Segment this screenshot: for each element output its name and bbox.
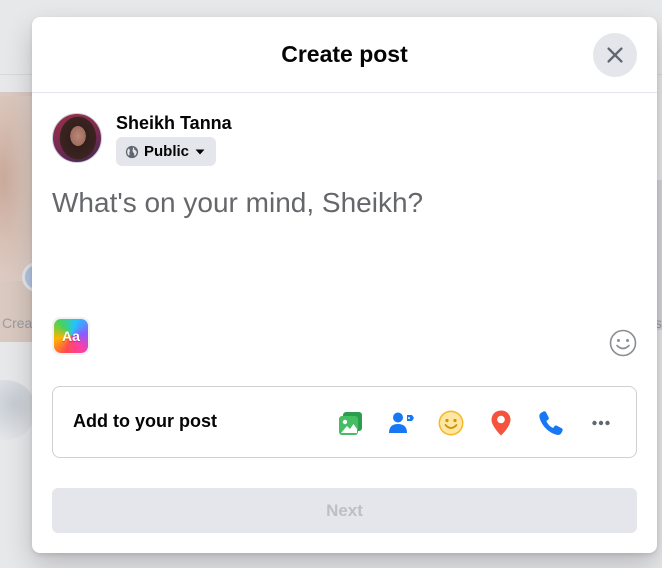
photo-video-icon [339, 412, 362, 435]
post-text-input[interactable]: What's on your mind, Sheikh? [52, 187, 642, 219]
text-background-icon: Aa [54, 319, 88, 353]
feeling-activity-icon [438, 410, 464, 436]
next-button[interactable]: Next [52, 488, 637, 533]
privacy-label: Public [144, 143, 190, 160]
more-options-button[interactable] [583, 405, 619, 441]
close-icon [607, 47, 623, 63]
check-in-icon [491, 410, 511, 436]
caret-down-icon [195, 149, 205, 154]
author-name: Sheikh Tanna [116, 113, 232, 133]
globe-icon [125, 145, 139, 158]
privacy-selector-button[interactable]: Public [116, 137, 217, 166]
feeling-activity-button[interactable] [433, 405, 469, 441]
add-to-post-panel: Add to your post [52, 386, 637, 458]
background-story-image [0, 96, 34, 281]
dialog-title: Create post [281, 41, 408, 67]
photo-video-button[interactable] [333, 405, 369, 441]
avatar[interactable] [52, 113, 102, 163]
tag-people-icon [389, 412, 414, 433]
tag-people-button[interactable] [383, 405, 419, 441]
background-create-story-label: Crea [2, 315, 33, 331]
call-icon [539, 411, 563, 435]
create-post-dialog: Create post Sheikh Tanna Public What's o… [32, 17, 657, 553]
call-button[interactable] [533, 405, 569, 441]
background-color-picker-button[interactable]: Aa [52, 317, 90, 355]
more-icon [592, 420, 610, 426]
close-button[interactable] [593, 33, 637, 77]
dialog-header: Create post [32, 17, 657, 93]
add-to-post-label: Add to your post [73, 411, 217, 431]
background-avatar [0, 380, 36, 440]
check-in-button[interactable] [483, 405, 519, 441]
emoji-picker-icon[interactable] [608, 328, 638, 358]
